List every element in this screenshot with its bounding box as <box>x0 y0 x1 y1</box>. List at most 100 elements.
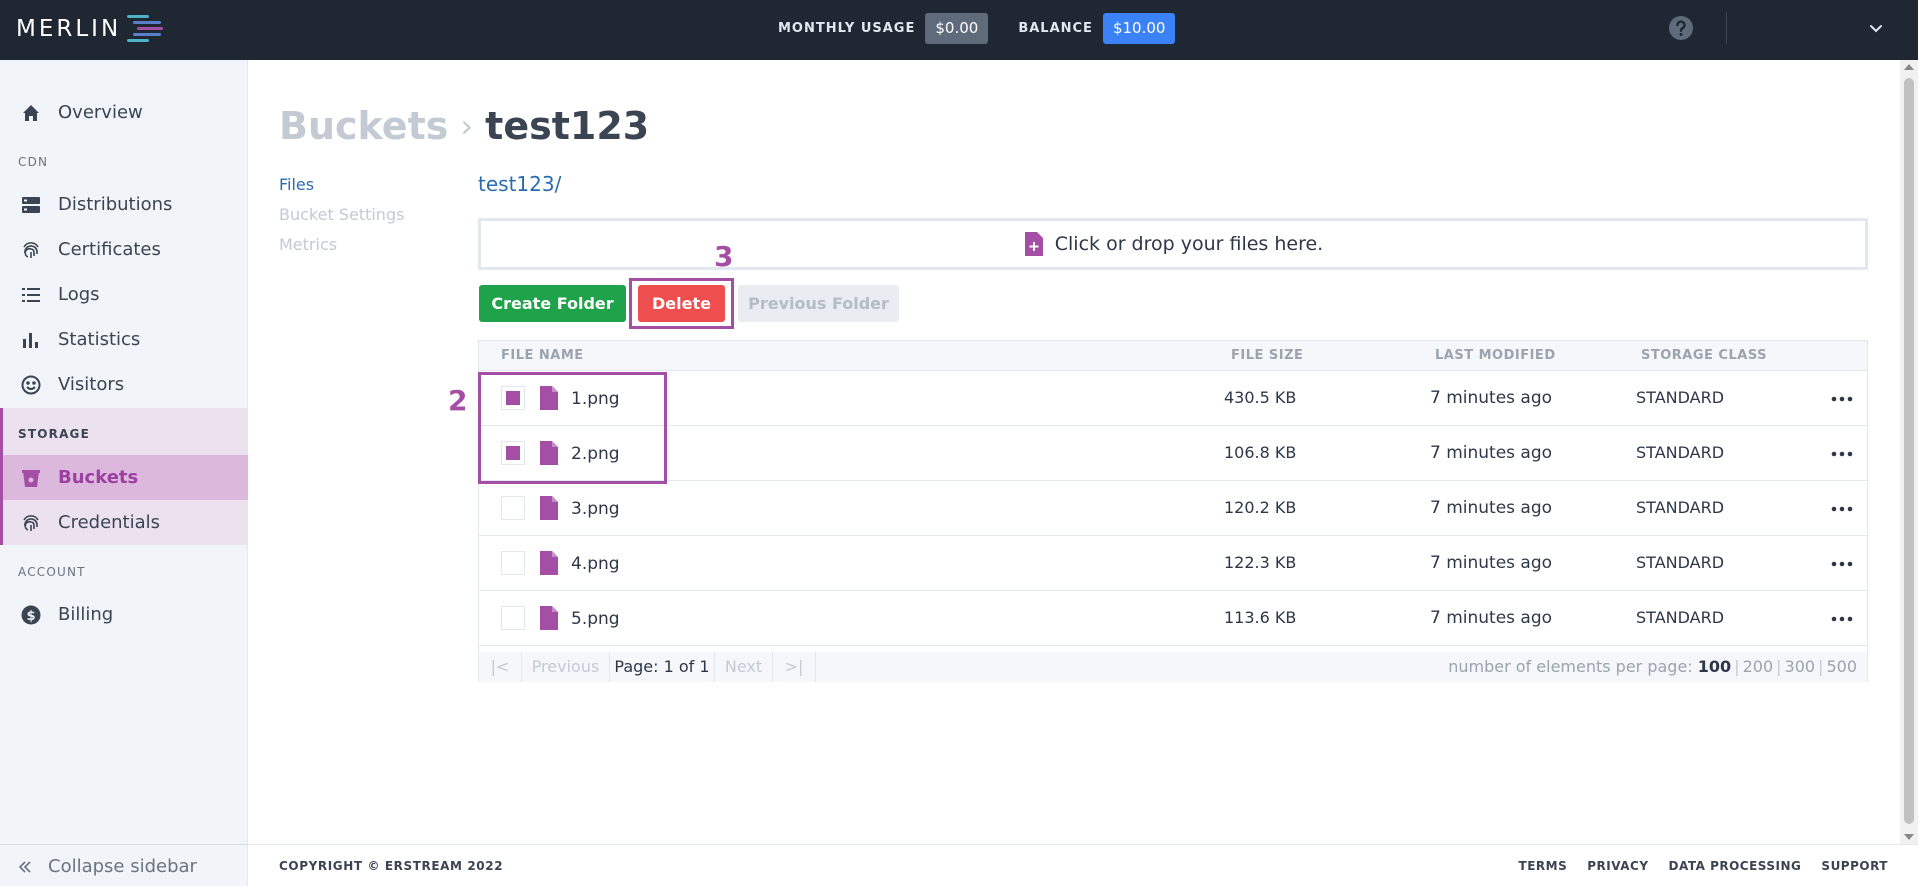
first-page-button[interactable]: |< <box>479 652 522 682</box>
breadcrumb-buckets-link[interactable]: Buckets <box>279 104 448 148</box>
file-size: 430.5 KB <box>1224 388 1297 407</box>
current-path[interactable]: test123/ <box>478 172 561 196</box>
sidebar-item-certificates[interactable]: Certificates <box>0 227 248 272</box>
table-header: FILE NAME FILE SIZE LAST MODIFIED STORAG… <box>479 341 1867 371</box>
logo-text: MERLIN <box>16 16 122 42</box>
sidebar-item-buckets[interactable]: Buckets <box>3 455 248 500</box>
more-icon[interactable] <box>1830 554 1854 574</box>
breadcrumb-separator: › <box>460 107 474 145</box>
file-icon <box>540 496 558 520</box>
file-plus-icon <box>1024 232 1043 256</box>
previous-folder-button[interactable]: Previous Folder <box>738 285 899 322</box>
fingerprint-icon <box>23 241 39 258</box>
more-icon[interactable] <box>1830 499 1854 519</box>
scroll-down-arrow[interactable] <box>1904 834 1914 840</box>
row-checkbox[interactable] <box>501 496 525 520</box>
file-dropzone[interactable]: Click or drop your files here. <box>478 218 1868 270</box>
logo[interactable]: MERLIN <box>16 12 167 46</box>
row-checkbox[interactable] <box>501 551 525 575</box>
more-icon[interactable] <box>1830 389 1854 409</box>
sidebar-item-overview[interactable]: Overview <box>0 90 248 135</box>
file-name[interactable]: 5.png <box>571 609 620 629</box>
footer-link-terms[interactable]: TERMS <box>1519 859 1568 873</box>
footer-link-privacy[interactable]: PRIVACY <box>1587 859 1648 873</box>
last-modified: 7 minutes ago <box>1430 443 1553 463</box>
per-page-selector: number of elements per page: 100 | 200 | 300… <box>1448 657 1857 676</box>
file-size: 113.6 KB <box>1224 608 1297 627</box>
scroll-thumb[interactable] <box>1904 78 1914 824</box>
collapse-sidebar-label: Collapse sidebar <box>48 856 197 877</box>
annotation-marker-3: 3 <box>714 240 734 273</box>
subnav-files[interactable]: Files <box>279 170 404 200</box>
header-storage-class[interactable]: STORAGE CLASS <box>1641 348 1767 363</box>
file-icon <box>540 551 558 575</box>
topbar-divider <box>1726 12 1727 44</box>
subnav-metrics[interactable]: Metrics <box>279 230 404 260</box>
last-page-button[interactable]: >| <box>773 652 816 682</box>
file-name[interactable]: 4.png <box>571 554 620 574</box>
balance-value[interactable]: $10.00 <box>1102 12 1176 44</box>
smiley-icon <box>21 375 41 394</box>
row-checkbox[interactable] <box>501 606 525 630</box>
pagination: |< Previous Page: 1 of 1 Next >| number … <box>479 652 1867 682</box>
sidebar-item-label: Billing <box>58 604 114 625</box>
sidebar-section-storage: STORAGE <box>18 427 91 441</box>
last-modified: 7 minutes ago <box>1430 608 1553 628</box>
table-row[interactable]: 1.png 430.5 KB 7 minutes ago STANDARD <box>479 371 1867 426</box>
table-row[interactable]: 5.png 113.6 KB 7 minutes ago STANDARD <box>479 591 1867 646</box>
annotation-marker-2: 2 <box>448 384 468 417</box>
bar-chart-icon <box>23 332 38 348</box>
scroll-up-arrow[interactable] <box>1904 64 1914 70</box>
header-last-modified[interactable]: LAST MODIFIED <box>1435 348 1556 363</box>
storage-class: STANDARD <box>1636 443 1725 462</box>
per-page-option[interactable]: 300 <box>1785 657 1816 676</box>
sidebar-item-logs[interactable]: Logs <box>0 272 248 317</box>
logo-mark-icon <box>127 15 164 42</box>
footer: COPYRIGHT © ERSTREAM 2022 TERMS PRIVACY … <box>248 844 1918 886</box>
per-page-option[interactable]: 200 <box>1743 657 1774 676</box>
sidebar-item-statistics[interactable]: Statistics <box>0 317 248 362</box>
more-icon[interactable] <box>1830 444 1854 464</box>
annotation-selected-rows-highlight <box>478 372 667 484</box>
usage-summary: MONTHLY USAGE $0.00 BALANCE $10.00 <box>778 12 1176 44</box>
annotation-delete-highlight <box>629 278 734 329</box>
sidebar-item-visitors[interactable]: Visitors <box>0 362 248 407</box>
dollar-icon: $ <box>21 605 41 624</box>
sidebar-item-credentials[interactable]: Credentials <box>3 500 248 545</box>
bucket-icon <box>22 469 40 487</box>
footer-link-support[interactable]: SUPPORT <box>1821 859 1888 873</box>
table-row[interactable]: 3.png 120.2 KB 7 minutes ago STANDARD <box>479 481 1867 536</box>
sidebar-item-billing[interactable]: $ Billing <box>0 592 248 637</box>
breadcrumb: Buckets › test123 <box>279 100 649 152</box>
list-icon <box>22 287 40 302</box>
sidebar-item-label: Distributions <box>58 194 173 215</box>
next-page-button[interactable]: Next <box>715 652 773 682</box>
per-page-option[interactable]: 500 <box>1826 657 1857 676</box>
last-modified: 7 minutes ago <box>1430 553 1553 573</box>
sidebar-item-distributions[interactable]: Distributions <box>0 182 248 227</box>
per-page-label: number of elements per page: <box>1448 657 1693 676</box>
help-icon[interactable] <box>1668 15 1694 41</box>
scrollbar[interactable] <box>1900 60 1918 844</box>
sidebar-item-label: Statistics <box>58 329 141 350</box>
collapse-sidebar-button[interactable]: Collapse sidebar <box>16 856 197 877</box>
balance-label: BALANCE <box>1018 20 1093 36</box>
sidebar-item-label: Logs <box>58 284 100 305</box>
footer-link-data-processing[interactable]: DATA PROCESSING <box>1669 859 1802 873</box>
per-page-option[interactable]: 100 <box>1698 657 1731 676</box>
table-row[interactable]: 4.png 122.3 KB 7 minutes ago STANDARD <box>479 536 1867 591</box>
chevron-down-icon[interactable] <box>1868 20 1884 36</box>
header-file-name[interactable]: FILE NAME <box>501 348 584 363</box>
header-file-size[interactable]: FILE SIZE <box>1231 348 1303 363</box>
create-folder-button[interactable]: Create Folder <box>479 285 626 322</box>
double-chevron-left-icon <box>18 860 31 873</box>
previous-page-button[interactable]: Previous <box>522 652 610 682</box>
file-name[interactable]: 3.png <box>571 499 620 519</box>
sidebar: Overview CDN Distributions Certificates … <box>0 60 248 886</box>
sidebar-item-label: Overview <box>58 102 143 123</box>
more-icon[interactable] <box>1830 609 1854 629</box>
last-modified: 7 minutes ago <box>1430 388 1553 408</box>
storage-class: STANDARD <box>1636 608 1725 627</box>
subnav-bucket-settings[interactable]: Bucket Settings <box>279 200 404 230</box>
table-row[interactable]: 2.png 106.8 KB 7 minutes ago STANDARD <box>479 426 1867 481</box>
